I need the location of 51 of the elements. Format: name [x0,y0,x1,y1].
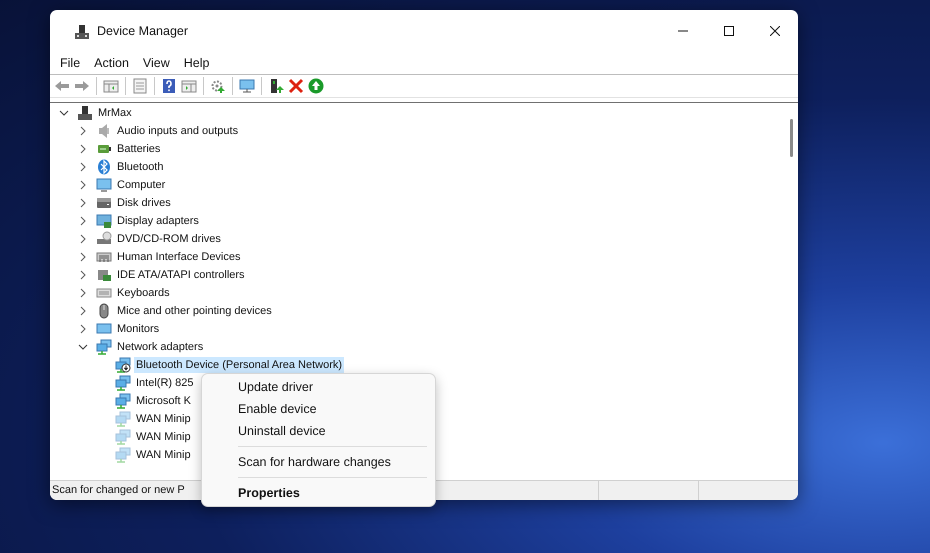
tree-item[interactable]: Mice and other pointing devices [115,303,274,319]
tree-item[interactable]: WAN Minip [134,429,193,445]
monitor-icon[interactable] [239,78,255,94]
context-menu-item[interactable]: Update driver [206,376,431,398]
tree-item[interactable]: Monitors [115,321,162,337]
tree-item[interactable]: Audio inputs and outputs [115,123,240,139]
maximize-icon [724,26,734,36]
properties-icon[interactable] [132,78,148,94]
context-menu-item[interactable]: Scan for hardware changes [206,451,431,473]
delete-icon[interactable] [288,78,304,94]
tree-item[interactable]: Microsoft K [134,393,194,409]
context-menu-item[interactable]: Uninstall device [206,420,431,442]
menu-item[interactable]: View [136,54,177,72]
tree-item[interactable]: Human Interface Devices [115,249,242,265]
forward-arrow-icon[interactable] [74,78,90,94]
tree-item[interactable]: Disk drives [115,195,173,211]
monitor-icon [96,177,112,193]
context-menu-item[interactable]: Enable device [206,398,431,420]
computer-icon [77,105,93,121]
tree-item[interactable]: IDE ATA/ATAPI controllers [115,267,247,283]
tree-item[interactable]: DVD/CD-ROM drives [115,231,223,247]
tree-item[interactable]: Intel(R) 825 [134,375,196,391]
tree-item[interactable]: Keyboards [115,285,172,301]
context-menu-item[interactable]: Properties [206,482,431,504]
status-text: Scan for changed or new P [51,483,185,498]
display-adapter-icon [96,213,112,229]
menu-item[interactable]: Action [87,54,136,72]
tree-item[interactable]: WAN Minip [134,447,193,463]
network-icon [96,339,112,355]
back-arrow-icon[interactable] [54,78,70,94]
bluetooth-icon [96,159,112,175]
tree-item[interactable]: Computer [115,177,168,193]
pane-icon[interactable] [103,78,119,94]
scrollbar-thumb[interactable] [790,119,792,157]
tree-item[interactable]: Bluetooth [115,159,166,175]
tree-item[interactable]: Network adapters [115,339,206,355]
disc-drive-icon [96,231,112,247]
device-upload-icon[interactable] [268,78,284,94]
tree-item[interactable]: Display adapters [115,213,201,229]
gear-icon[interactable] [210,78,226,94]
tree-item[interactable]: Batteries [115,141,162,157]
drive-icon [96,195,112,211]
tree-item[interactable]: WAN Minip [134,411,193,427]
computer-icon [74,24,90,40]
menu-item[interactable]: File [53,54,88,72]
pane-icon[interactable] [181,78,197,94]
window-title: Device Manager [97,22,188,40]
tree-item[interactable]: MrMax [96,105,134,121]
menu-item[interactable]: Help [176,54,216,72]
help-icon[interactable] [161,78,177,94]
close-icon [770,26,780,36]
